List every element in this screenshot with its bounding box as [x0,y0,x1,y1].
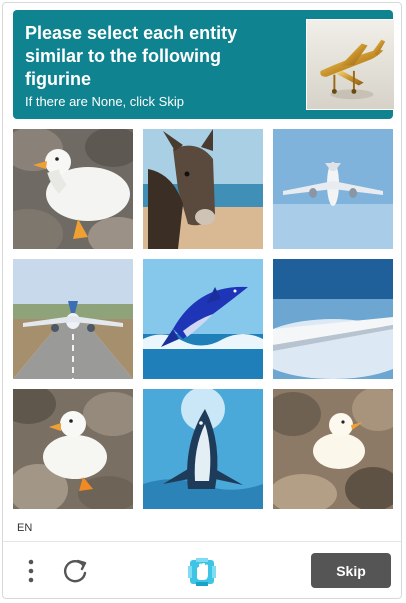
donkey-icon [143,129,263,249]
airplane-icon [13,259,133,379]
grid-tile-9[interactable] [273,389,393,509]
airplane-icon [273,129,393,249]
grid-tile-6[interactable] [273,259,393,379]
duck-icon [273,389,393,509]
language-selector[interactable]: EN [17,522,32,534]
image-grid [13,129,393,509]
grid-tile-1[interactable] [13,129,133,249]
duck-icon [13,129,133,249]
airplane-figurine-icon [307,20,394,109]
grid-tile-5[interactable] [143,259,263,379]
grid-tile-2[interactable] [143,129,263,249]
grid-tile-7[interactable] [13,389,133,509]
prompt-instruction: If there are None, click Skip [25,94,184,109]
refresh-button[interactable] [61,557,89,585]
dolphin-icon [143,259,263,379]
example-image [306,19,395,110]
challenge-prompt: Please select each entity similar to the… [13,10,395,119]
prompt-title: Please select each entity similar to the… [25,22,275,91]
duck-icon [13,389,133,509]
airplane-wing-icon [273,259,393,379]
grid-tile-8[interactable] [143,389,263,509]
hcaptcha-logo [186,556,218,588]
vertical-dots-icon [28,559,34,583]
prompt-line-2: similar to the following [25,46,222,66]
footer-divider [3,541,401,542]
skip-button[interactable]: Skip [311,553,391,588]
grid-tile-3[interactable] [273,129,393,249]
grid-tile-4[interactable] [13,259,133,379]
refresh-icon [64,559,87,583]
dolphin-icon [143,389,263,509]
menu-button[interactable] [20,556,42,586]
hand-logo-icon [188,558,216,586]
prompt-line-1: Please select each entity [25,23,238,43]
prompt-line-3: figurine [25,69,91,89]
